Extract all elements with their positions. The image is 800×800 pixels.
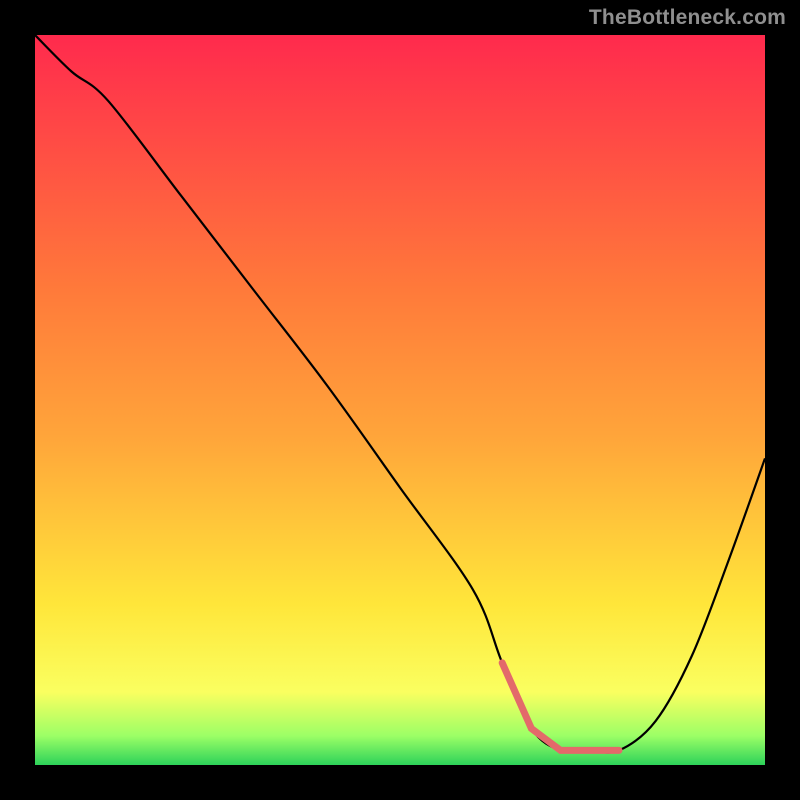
chart-frame: TheBottleneck.com (0, 0, 800, 800)
plot-area (35, 35, 765, 765)
watermark-label: TheBottleneck.com (589, 6, 786, 30)
heat-gradient-background (35, 35, 765, 765)
gradient-rect (35, 35, 765, 765)
